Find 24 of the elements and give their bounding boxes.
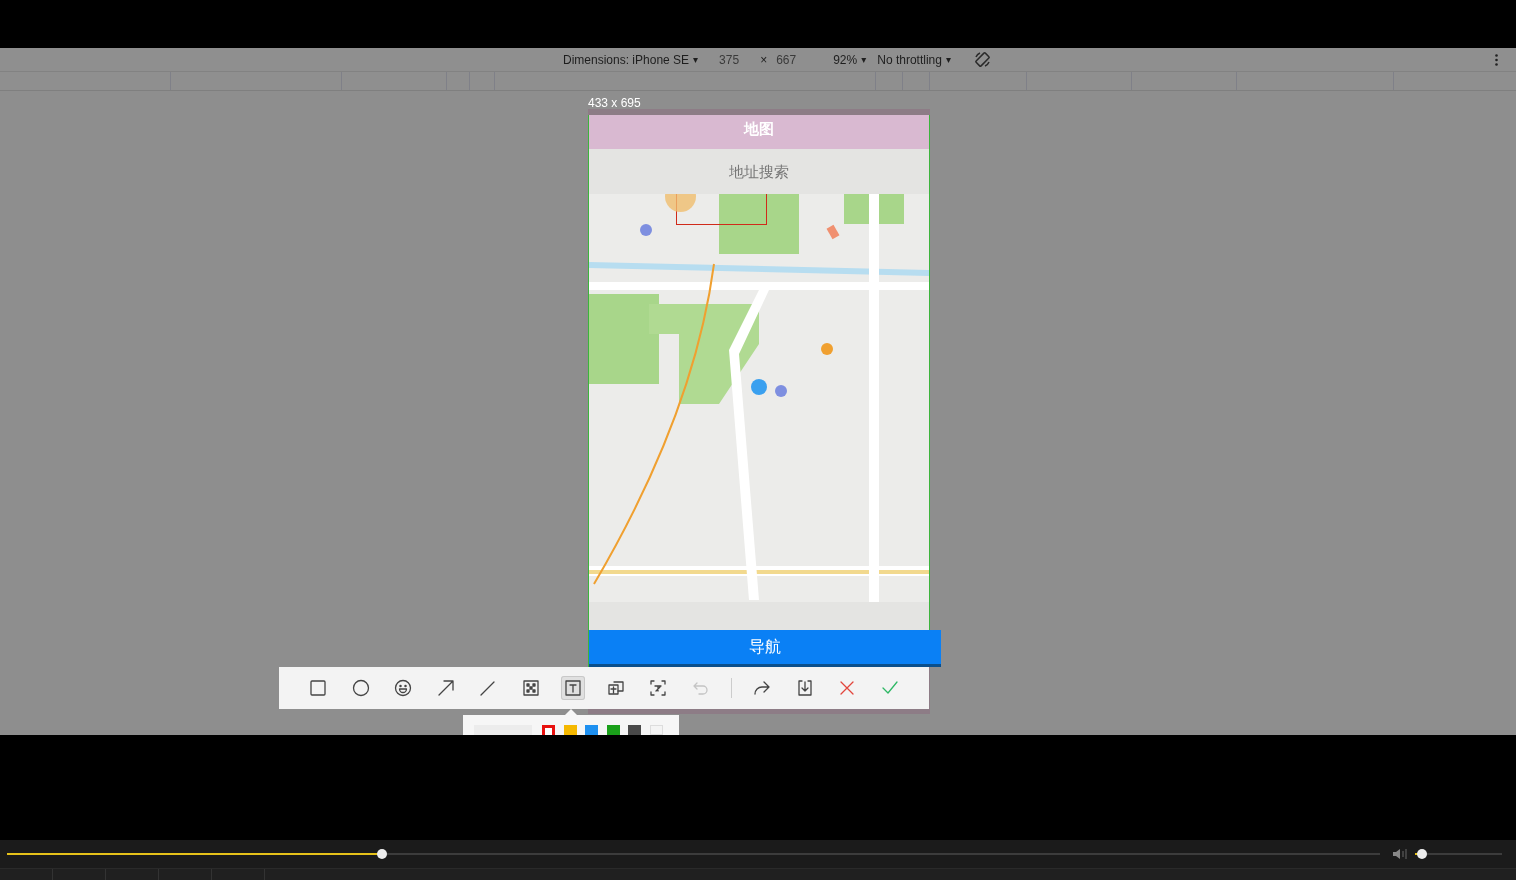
- color-swatch[interactable]: [563, 725, 577, 735]
- text-icon[interactable]: [561, 676, 585, 700]
- page-title: 地图: [589, 115, 929, 149]
- caret-icon: ▾: [693, 54, 699, 65]
- device-dropdown[interactable]: Dimensions: iPhone SE ▾: [563, 52, 699, 67]
- color-swatch[interactable]: [542, 725, 555, 735]
- caret-icon: ▾: [861, 54, 867, 65]
- more-icon[interactable]: [1495, 53, 1498, 66]
- volume-thumb[interactable]: [1416, 849, 1427, 859]
- throttling-dropdown[interactable]: No throttling ▾: [877, 52, 951, 67]
- viewport-size: 433 x 695: [588, 97, 641, 109]
- search-field[interactable]: 地址搜索: [657, 161, 861, 182]
- navigate-button[interactable]: 导航: [589, 630, 941, 667]
- color-swatch[interactable]: [628, 725, 641, 735]
- rotate-icon[interactable]: [974, 51, 991, 68]
- height-field[interactable]: 667: [776, 52, 797, 67]
- color-swatch[interactable]: [606, 725, 620, 735]
- color-swatch[interactable]: [585, 725, 598, 735]
- volume-icon[interactable]: [1392, 848, 1408, 860]
- progress-thumb[interactable]: [376, 849, 387, 859]
- width-field[interactable]: 375: [719, 52, 740, 67]
- times-sign: ×: [760, 52, 768, 67]
- caret-icon: ▾: [945, 54, 951, 65]
- zoom-dropdown[interactable]: 92% ▾: [833, 52, 867, 67]
